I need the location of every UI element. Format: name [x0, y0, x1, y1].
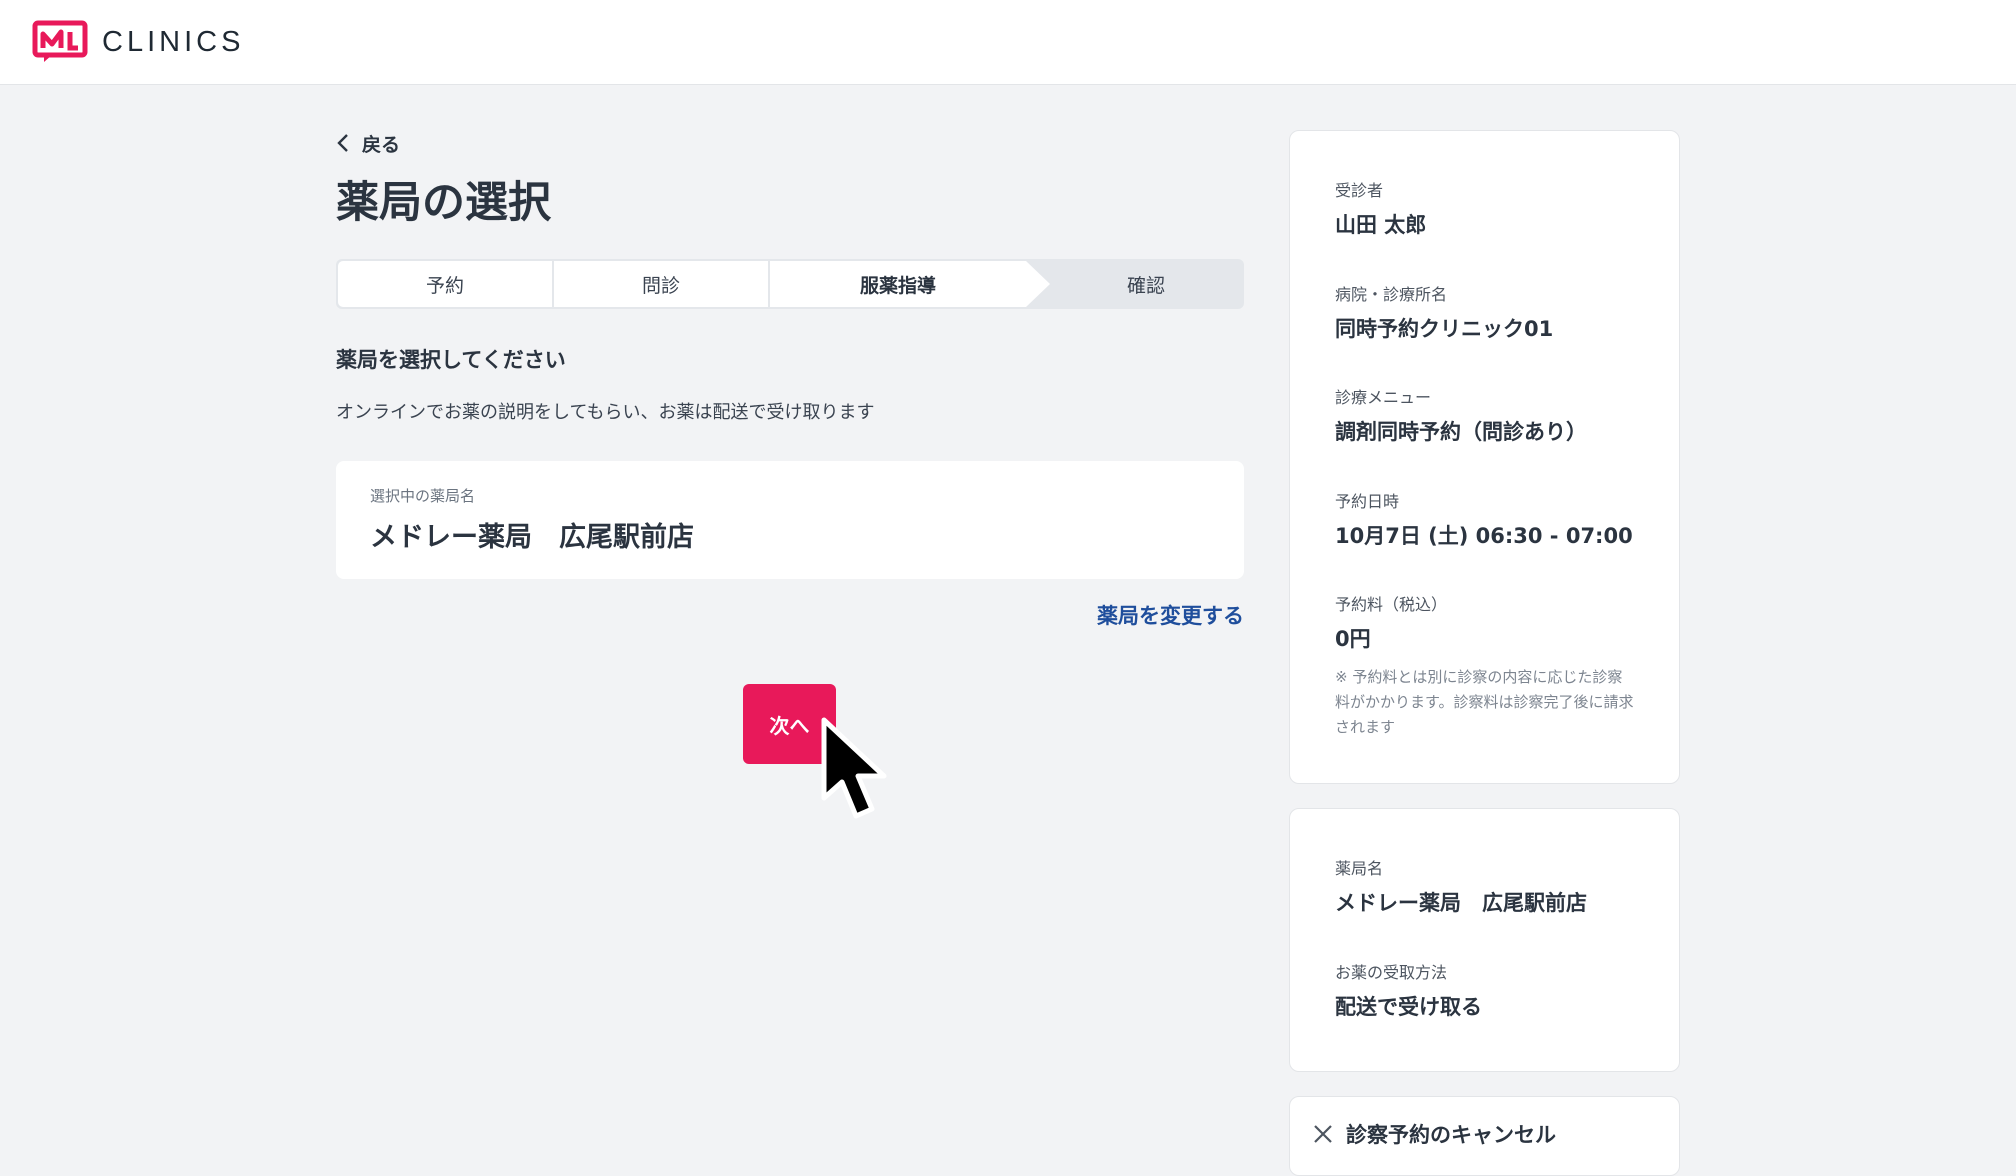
datetime-label: 予約日時 [1335, 492, 1400, 511]
menu-label: 診療メニュー [1335, 388, 1432, 407]
fee-field: 予約料（税込） 0円 ※ 予約料とは別に診察の内容に応じた診察料がかかります。診… [1335, 591, 1635, 740]
clinic-label: 病院・診療所名 [1335, 285, 1448, 304]
back-link[interactable]: 戻る [336, 128, 1244, 158]
mouse-pointer-icon [821, 717, 887, 819]
patient-label: 受診者 [1335, 181, 1384, 200]
pickup-method-value: 配送で受け取る [1335, 995, 1482, 1019]
main-content: 戻る 薬局の選択 予約 問診 服薬指導 確認 薬局を選択してください オンライン… [336, 128, 1244, 764]
pharmacy-name-value: メドレー薬局 広尾駅前店 [1335, 891, 1587, 915]
clinics-logo-icon [32, 20, 88, 62]
chevron-left-icon [337, 134, 348, 152]
clinic-field: 病院・診療所名 同時予約クリニック01 [1335, 281, 1553, 343]
datetime-value: 10月7日 (土) 06:30 - 07:00 [1335, 524, 1633, 548]
selected-pharmacy-label: 選択中の薬局名 [370, 487, 476, 505]
step-confirm: 確認 [1126, 274, 1165, 297]
selected-pharmacy-name: メドレー薬局 広尾駅前店 [370, 522, 694, 553]
step-questionnaire: 問診 [554, 261, 768, 307]
step-medication-guidance: 服薬指導 [770, 261, 1026, 307]
step-reservation: 予約 [338, 261, 552, 307]
patient-field: 受診者 山田 太郎 [1335, 177, 1426, 239]
pharmacy-name-label: 薬局名 [1335, 859, 1384, 878]
fee-value: 0円 [1335, 627, 1371, 651]
patient-value: 山田 太郎 [1335, 213, 1427, 237]
cancel-card[interactable]: 診察予約のキャンセル [1289, 1096, 1680, 1176]
menu-field: 診療メニュー 調剤同時予約（問診あり） [1335, 384, 1587, 446]
brand-name: CLINICS [102, 25, 245, 58]
back-label: 戻る [362, 133, 401, 156]
step-arrow [1026, 261, 1050, 307]
selected-pharmacy-card: 選択中の薬局名 メドレー薬局 広尾駅前店 [336, 461, 1244, 579]
section-description: オンラインでお薬の説明をしてもらい、お薬は配送で受け取ります [336, 402, 875, 423]
pharmacy-name-field: 薬局名 メドレー薬局 広尾駅前店 [1335, 855, 1587, 917]
cancel-label: 診察予約のキャンセル [1346, 1123, 1556, 1147]
clinics-logo[interactable]: CLINICS [32, 20, 244, 64]
app-header: CLINICS [0, 0, 2016, 85]
progress-stepper: 予約 問診 服薬指導 確認 [336, 259, 1244, 309]
fee-label: 予約料（税込） [1335, 595, 1448, 614]
clinic-value: 同時予約クリニック01 [1335, 317, 1554, 341]
fee-note: ※ 予約料とは別に診察の内容に応じた診察料がかかります。診察料は診察完了後に請求… [1335, 668, 1634, 736]
reservation-summary-card: 受診者 山田 太郎 病院・診療所名 同時予約クリニック01 診療メニュー 調剤同… [1289, 130, 1680, 784]
change-pharmacy-link[interactable]: 薬局を変更する [1097, 600, 1244, 630]
cancel-reservation-button[interactable]: 診察予約のキャンセル [1312, 1119, 1556, 1149]
pickup-method-label: お薬の受取方法 [1335, 963, 1448, 982]
pharmacy-summary-card: 薬局名 メドレー薬局 広尾駅前店 お薬の受取方法 配送で受け取る [1289, 808, 1680, 1072]
menu-value: 調剤同時予約（問診あり） [1335, 420, 1587, 444]
datetime-field: 予約日時 10月7日 (土) 06:30 - 07:00 [1335, 488, 1633, 550]
page-title: 薬局の選択 [336, 178, 551, 228]
section-title: 薬局を選択してください [336, 348, 566, 372]
pickup-method-field: お薬の受取方法 配送で受け取る [1335, 959, 1482, 1021]
close-icon [1314, 1125, 1332, 1143]
